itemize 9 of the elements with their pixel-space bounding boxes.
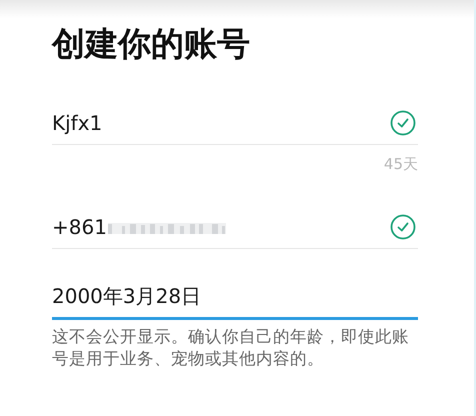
field-value: Kjfx1 <box>52 111 102 135</box>
page-title: 创建你的账号 <box>52 23 250 65</box>
days-counter: 45天 <box>382 155 418 174</box>
input-field[interactable]: 2000年3月28日 <box>52 275 418 320</box>
input-field[interactable]: +861 <box>52 206 418 249</box>
input-field[interactable]: Kjfx1 <box>52 102 418 145</box>
field-value: +861 <box>52 215 107 239</box>
helper-text: 这不会公开显示。确认你自己的年龄，即使此账号是用于业务、宠物或其他内容的。 <box>52 326 410 370</box>
field-value: 2000年3月28日 <box>52 282 202 310</box>
